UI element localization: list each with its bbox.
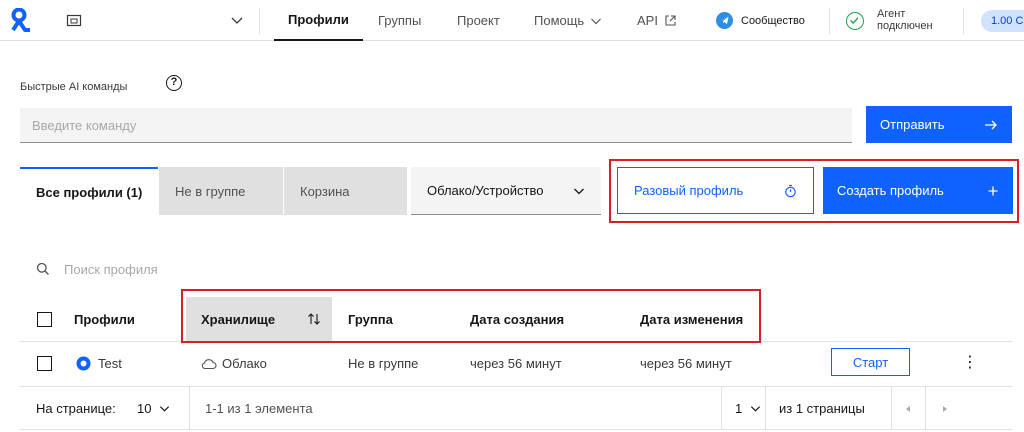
version-badge[interactable]: 1.00 C xyxy=(981,10,1024,32)
profile-group: Не в группе xyxy=(348,355,419,371)
nav-help-label: Помощь xyxy=(534,13,585,28)
external-link-icon xyxy=(664,14,677,27)
one-time-profile-label: Разовый профиль xyxy=(634,183,744,198)
divider xyxy=(765,387,766,430)
divider xyxy=(721,387,722,430)
page-value: 1 xyxy=(735,401,743,416)
ai-commands-label: Быстрые AI команды xyxy=(20,81,128,93)
per-page-value: 10 xyxy=(137,401,152,416)
storage-filter-select[interactable]: Облако/Устройство xyxy=(411,167,601,215)
page-select[interactable]: 1 xyxy=(735,387,761,430)
tab-all-profiles[interactable]: Все профили (1) xyxy=(20,167,158,215)
chevron-down-icon xyxy=(573,185,585,197)
cloud-icon xyxy=(201,358,217,370)
profile-search-input[interactable] xyxy=(58,258,298,280)
highlight-box xyxy=(181,289,761,343)
top-bar xyxy=(0,0,1024,41)
divider xyxy=(189,387,190,430)
app-logo-icon[interactable] xyxy=(10,8,32,32)
start-button[interactable]: Старт xyxy=(831,348,910,376)
tab-ungrouped[interactable]: Не в группе xyxy=(159,167,283,215)
nav-api[interactable]: API xyxy=(637,0,677,41)
send-button-label: Отправить xyxy=(880,117,945,132)
chevron-down-icon xyxy=(590,15,602,27)
divider xyxy=(829,8,830,34)
profile-modified: через 56 минут xyxy=(640,355,732,371)
more-options-icon[interactable]: ⋮ xyxy=(962,352,978,372)
nav-api-label: API xyxy=(637,13,658,28)
nav-help[interactable]: Помощь xyxy=(534,0,602,41)
per-page-select[interactable]: 10 xyxy=(137,387,170,430)
items-range: 1-1 из 1 элемента xyxy=(205,401,313,416)
community-link[interactable]: Сообщество xyxy=(741,15,805,27)
arrow-right-icon xyxy=(984,119,998,131)
storage-filter-value: Облако/Устройство xyxy=(427,183,544,198)
chevron-down-icon xyxy=(750,403,761,414)
row-checkbox[interactable] xyxy=(37,356,52,371)
create-profile-button[interactable]: Создать профиль xyxy=(823,167,1013,214)
profile-storage: Облако xyxy=(222,355,267,371)
workspace-chevron-down-icon[interactable] xyxy=(230,13,244,27)
next-page-icon[interactable] xyxy=(940,387,950,430)
nav-profiles[interactable]: Профили xyxy=(274,0,363,41)
total-pages: из 1 страницы xyxy=(779,401,865,416)
command-input[interactable] xyxy=(20,108,852,143)
timer-icon xyxy=(784,184,797,198)
prev-page-icon[interactable] xyxy=(903,387,913,430)
chevron-down-icon xyxy=(159,403,170,414)
profile-created: через 56 минут xyxy=(470,355,562,371)
folder-icon[interactable] xyxy=(66,12,82,28)
divider xyxy=(891,387,892,430)
tab-trash[interactable]: Корзина xyxy=(284,167,407,215)
divider xyxy=(259,8,260,34)
agent-status-line2: подключен xyxy=(877,20,933,32)
divider xyxy=(963,8,964,34)
divider xyxy=(925,387,926,430)
nav-groups[interactable]: Группы xyxy=(378,0,421,41)
profile-name[interactable]: Test xyxy=(98,352,122,374)
create-profile-label: Создать профиль xyxy=(837,183,944,198)
browser-icon xyxy=(76,356,91,371)
column-profiles[interactable]: Профили xyxy=(74,297,135,342)
help-icon[interactable]: ? xyxy=(166,75,182,91)
nav-project[interactable]: Проект xyxy=(457,0,500,41)
search-icon xyxy=(36,262,50,276)
telegram-icon[interactable] xyxy=(716,12,733,29)
select-all-checkbox[interactable] xyxy=(37,312,52,327)
send-button[interactable]: Отправить xyxy=(866,106,1012,143)
plus-icon xyxy=(987,185,999,197)
agent-status-line1: Агент xyxy=(877,8,906,20)
per-page-label: На странице: xyxy=(36,401,116,416)
one-time-profile-button[interactable]: Разовый профиль xyxy=(617,167,814,214)
check-circle-icon xyxy=(846,12,864,30)
